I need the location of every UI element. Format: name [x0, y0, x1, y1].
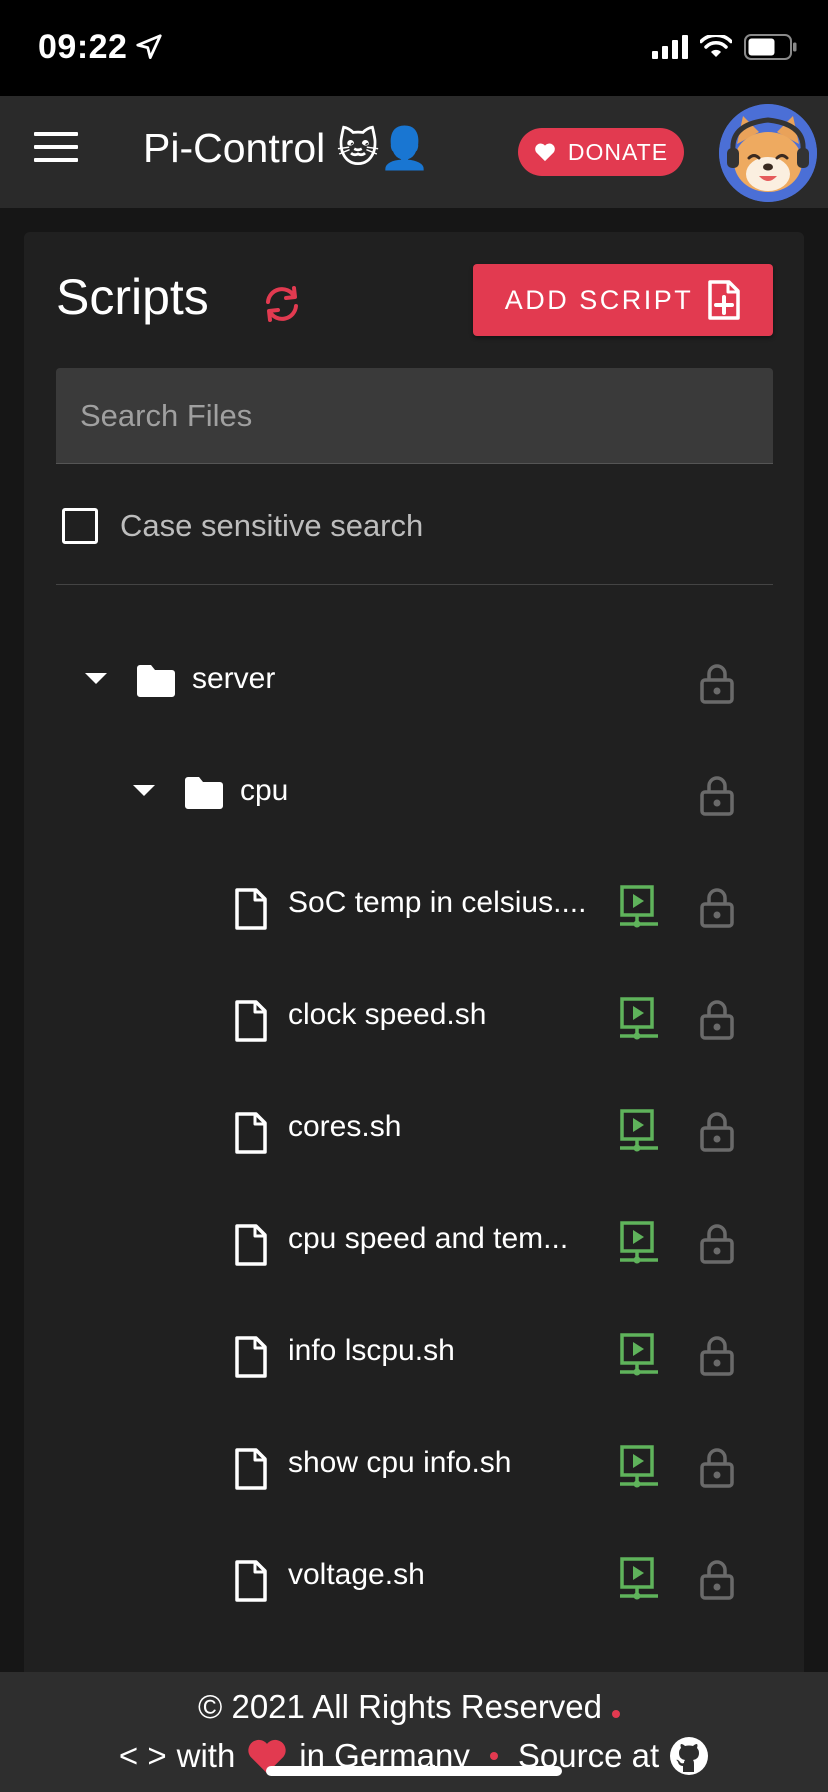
folder-icon	[137, 665, 175, 697]
file-icon	[235, 888, 267, 930]
home-indicator[interactable]	[266, 1766, 562, 1776]
refresh-icon[interactable]	[258, 280, 306, 328]
menu-bar	[34, 158, 78, 162]
lock-icon[interactable]	[700, 1558, 734, 1600]
shiba-avatar-icon	[719, 104, 817, 202]
tree-folder-cpu[interactable]: cpu	[24, 738, 804, 850]
status-time: 09:22	[38, 28, 128, 66]
donate-label: DONATE	[567, 138, 669, 165]
menu-bar	[34, 132, 78, 136]
expand-caret-icon[interactable]	[133, 785, 155, 796]
app-bar: Pi-Control 🐱👤 DONATE	[0, 96, 828, 208]
folder-icon	[185, 777, 223, 809]
file-icon	[235, 1448, 267, 1490]
run-script-icon[interactable]	[618, 1109, 660, 1153]
tree-node-label: server	[192, 662, 276, 695]
signal-icon	[652, 35, 688, 59]
tree-file-row[interactable]: info lscpu.sh	[24, 1298, 804, 1410]
wifi-icon	[700, 35, 732, 57]
tree-file-row[interactable]: cores.sh	[24, 1074, 804, 1186]
scripts-title: Scripts	[56, 269, 209, 325]
footer-copyright-line: © 2021 All Rights Reserved	[0, 1688, 828, 1726]
case-sensitive-label: Case sensitive search	[120, 508, 424, 543]
run-script-icon[interactable]	[618, 1445, 660, 1489]
tree-node-label: show cpu info.sh	[288, 1446, 512, 1479]
file-icon	[235, 1000, 267, 1042]
file-icon	[235, 1336, 267, 1378]
lock-icon[interactable]	[700, 886, 734, 928]
app-screen: 09:22 Pi-Control 🐱👤 DONATE Scripts ADD S…	[0, 0, 828, 1792]
tree-node-label: cpu speed and tem...	[288, 1222, 569, 1255]
lock-icon[interactable]	[700, 662, 734, 704]
with-text: with	[176, 1737, 236, 1774]
heart-icon	[535, 143, 555, 162]
expand-caret-icon[interactable]	[85, 673, 107, 684]
lock-icon[interactable]	[700, 998, 734, 1040]
run-script-icon[interactable]	[618, 1557, 660, 1601]
run-script-icon[interactable]	[618, 1333, 660, 1377]
github-icon[interactable]	[669, 1736, 709, 1776]
tree-file-row[interactable]: show cpu info.sh	[24, 1410, 804, 1522]
divider	[56, 584, 773, 585]
menu-bar	[34, 145, 78, 149]
code-glyph: < >	[118, 1737, 167, 1774]
copyright-text: © 2021 All Rights Reserved	[197, 1688, 603, 1725]
separator-dot	[489, 1752, 498, 1760]
tree-node-label: cpu	[240, 774, 289, 807]
case-sensitive-toggle[interactable]: Case sensitive search	[62, 508, 423, 544]
separator-dot	[612, 1710, 621, 1718]
tree-node-label: voltage.sh	[288, 1558, 425, 1591]
status-bar: 09:22	[0, 0, 828, 96]
add-script-button[interactable]: ADD SCRIPT	[473, 264, 773, 336]
add-script-label: ADD SCRIPT	[504, 284, 694, 315]
tree-node-label: clock speed.sh	[288, 998, 487, 1031]
file-plus-icon	[708, 280, 741, 320]
lock-icon[interactable]	[700, 774, 734, 816]
avatar[interactable]	[719, 104, 817, 202]
tree-node-label: SoC temp in celsius....	[288, 886, 587, 919]
battery-icon	[744, 34, 797, 60]
search-input[interactable]	[56, 368, 773, 463]
run-script-icon[interactable]	[618, 885, 660, 929]
run-script-icon[interactable]	[618, 1221, 660, 1265]
lock-icon[interactable]	[700, 1446, 734, 1488]
tree-node-label: info lscpu.sh	[288, 1334, 455, 1367]
lock-icon[interactable]	[700, 1110, 734, 1152]
tree-folder-server[interactable]: server	[24, 626, 804, 738]
tree-file-row[interactable]: voltage.sh	[24, 1522, 804, 1634]
tree-node-label: cores.sh	[288, 1110, 402, 1143]
status-indicators	[652, 34, 798, 60]
lock-icon[interactable]	[700, 1334, 734, 1376]
search-field[interactable]	[56, 368, 773, 464]
tree-file-row[interactable]: SoC temp in celsius....	[24, 850, 804, 962]
file-icon	[235, 1560, 267, 1602]
scripts-card: Scripts ADD SCRIPT Case sensitive search	[24, 232, 804, 1792]
file-icon	[235, 1112, 267, 1154]
menu-button[interactable]	[34, 132, 78, 172]
case-sensitive-checkbox[interactable]	[62, 508, 98, 544]
location-arrow-icon	[136, 34, 162, 59]
lock-icon[interactable]	[700, 1222, 734, 1264]
file-icon	[235, 1224, 267, 1266]
app-title: Pi-Control 🐱👤	[143, 125, 431, 171]
tree-file-row[interactable]: clock speed.sh	[24, 962, 804, 1074]
donate-button[interactable]: DONATE	[518, 128, 684, 176]
run-script-icon[interactable]	[618, 997, 660, 1041]
tree-file-row[interactable]: cpu speed and tem...	[24, 1186, 804, 1298]
